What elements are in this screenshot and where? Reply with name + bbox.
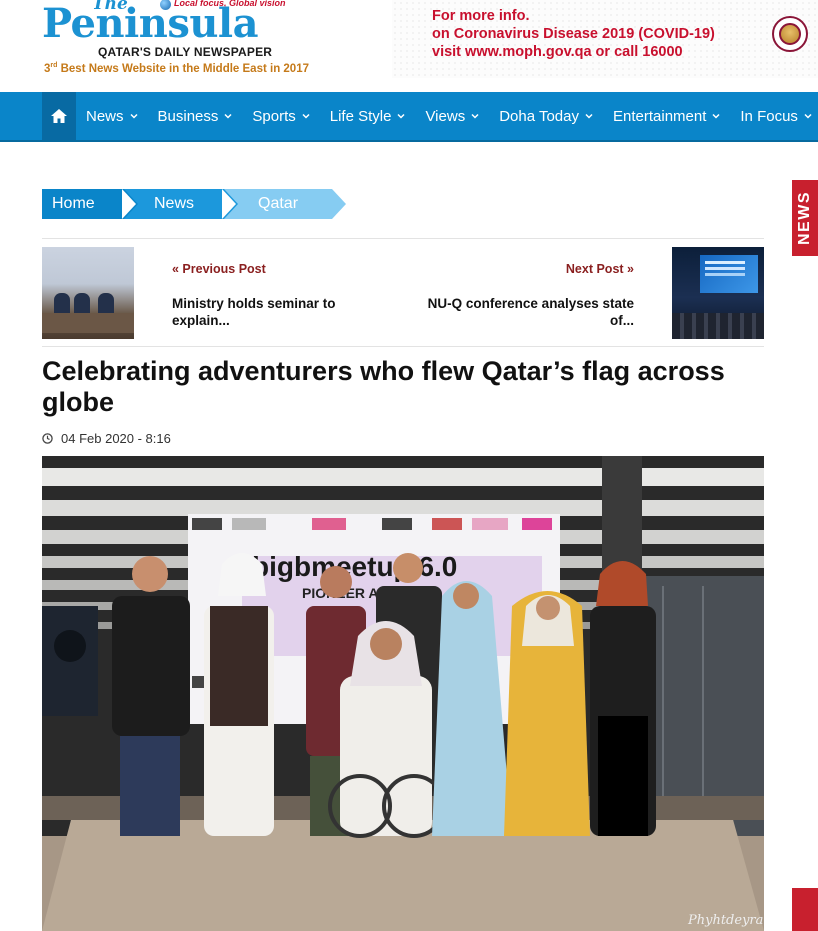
logo-wordmark: Peninsula bbox=[42, 0, 259, 47]
covid-line-2: on Coronavirus Disease 2019 (COVID-19) bbox=[432, 26, 715, 42]
site-logo[interactable]: The Local focus, Global vision Peninsula… bbox=[42, 0, 342, 80]
nav-item-life-style[interactable]: Life Style bbox=[320, 92, 416, 140]
thumb-screen bbox=[700, 255, 758, 293]
nav-item-sports[interactable]: Sports bbox=[242, 92, 319, 140]
ministry-of-public-health-logo bbox=[772, 16, 808, 52]
moph-emblem-icon bbox=[779, 23, 801, 45]
clock-icon bbox=[42, 432, 53, 444]
thumb-audience bbox=[672, 313, 764, 339]
breadcrumb-qatar[interactable]: Qatar bbox=[224, 189, 346, 219]
chevron-down-icon bbox=[471, 113, 479, 119]
scroll-to-top-button[interactable] bbox=[792, 888, 818, 931]
nav-item-entertainment[interactable]: Entertainment bbox=[603, 92, 730, 140]
nav-item-label: Views bbox=[425, 107, 466, 125]
site-header: The Local focus, Global vision Peninsula… bbox=[0, 0, 818, 92]
next-post-link[interactable]: Next Post » bbox=[566, 262, 634, 276]
nav-item-label: Business bbox=[157, 107, 219, 125]
next-post-thumbnail[interactable] bbox=[672, 247, 764, 339]
previous-post-title[interactable]: Ministry holds seminar to explain... bbox=[172, 295, 362, 329]
nav-item-label: Entertainment bbox=[613, 107, 707, 125]
article-meta: 04 Feb 2020 - 8:16 bbox=[42, 430, 171, 446]
previous-post-link[interactable]: « Previous Post bbox=[172, 262, 266, 276]
breadcrumb-separator bbox=[122, 189, 136, 219]
breadcrumb-home-label: Home bbox=[52, 195, 95, 212]
breadcrumb-home[interactable]: Home bbox=[42, 189, 138, 219]
thumb-figure bbox=[74, 293, 90, 315]
nav-item-views[interactable]: Views bbox=[415, 92, 489, 140]
breadcrumb-news[interactable]: News bbox=[124, 189, 238, 219]
covid-line-3: visit www.moph.gov.qa or call 16000 bbox=[432, 44, 683, 60]
next-post-title[interactable]: NU-Q conference analyses state of... bbox=[424, 295, 634, 329]
nav-item-business[interactable]: Business bbox=[148, 92, 243, 140]
chevron-down-icon bbox=[302, 113, 310, 119]
divider bbox=[42, 238, 764, 239]
award-text: Best News Website in the Middle East in … bbox=[57, 62, 309, 75]
previous-post-thumbnail[interactable] bbox=[42, 247, 134, 339]
covid-info-banner[interactable]: For more info. on Coronavirus Disease 20… bbox=[392, 0, 818, 78]
chevron-down-icon bbox=[804, 113, 812, 119]
thumb-figure bbox=[54, 293, 70, 315]
chevron-down-icon bbox=[712, 113, 720, 119]
logo-award-line: 3rd Best News Website in the Middle East… bbox=[44, 62, 309, 75]
nav-item-news[interactable]: News bbox=[76, 92, 148, 140]
home-icon bbox=[51, 109, 67, 123]
chevron-down-icon bbox=[129, 113, 138, 119]
thumb-figure bbox=[98, 293, 114, 315]
news-side-tab-label: NEWS bbox=[796, 191, 813, 245]
breadcrumb-separator bbox=[222, 189, 236, 219]
divider bbox=[42, 346, 764, 347]
thumb-screen-lines bbox=[705, 261, 745, 264]
chevron-down-icon bbox=[585, 113, 593, 119]
breadcrumb-news-label: News bbox=[154, 195, 195, 212]
article-date: 04 Feb 2020 - 8:16 bbox=[61, 430, 171, 446]
nav-item-doha-today[interactable]: Doha Today bbox=[489, 92, 603, 140]
hero-photo-illustration: bigbmeetup 6.0 PIONEER ARAB Phyhtdeyrah bbox=[42, 456, 764, 931]
nav-item-label: In Focus bbox=[740, 107, 798, 125]
nav-item-in-focus[interactable]: In Focus bbox=[730, 92, 818, 140]
chevron-down-icon bbox=[397, 113, 405, 119]
breadcrumb: Home News Qatar bbox=[42, 189, 346, 219]
article-headline: Celebrating adventurers who flew Qatar’s… bbox=[42, 356, 725, 417]
covid-banner-text: For more info. on Coronavirus Disease 20… bbox=[432, 7, 715, 61]
article-hero-photo[interactable]: bigbmeetup 6.0 PIONEER ARAB Phyhtdeyrah bbox=[42, 456, 764, 931]
news-side-tab[interactable]: NEWS bbox=[792, 180, 818, 256]
backdrop-title: bigbmeetup 6.0 bbox=[252, 551, 457, 582]
breadcrumb-qatar-label: Qatar bbox=[258, 195, 299, 212]
covid-line-1: For more info. bbox=[432, 8, 530, 24]
nav-item-label: Life Style bbox=[329, 107, 392, 125]
thumb-table bbox=[42, 313, 134, 333]
nav-home-button[interactable] bbox=[42, 92, 76, 140]
nav-item-label: Doha Today bbox=[499, 107, 579, 125]
nav-menu: News Business Sports Life Style Views Do… bbox=[76, 92, 818, 140]
main-navigation: News Business Sports Life Style Views Do… bbox=[0, 92, 818, 142]
logo-subtitle: QATAR'S DAILY NEWSPAPER bbox=[98, 45, 273, 59]
photo-watermark: Phyhtdeyrah bbox=[687, 913, 764, 928]
nav-item-label: News bbox=[86, 107, 124, 125]
chevron-down-icon bbox=[224, 113, 232, 119]
nav-item-label: Sports bbox=[252, 107, 296, 125]
